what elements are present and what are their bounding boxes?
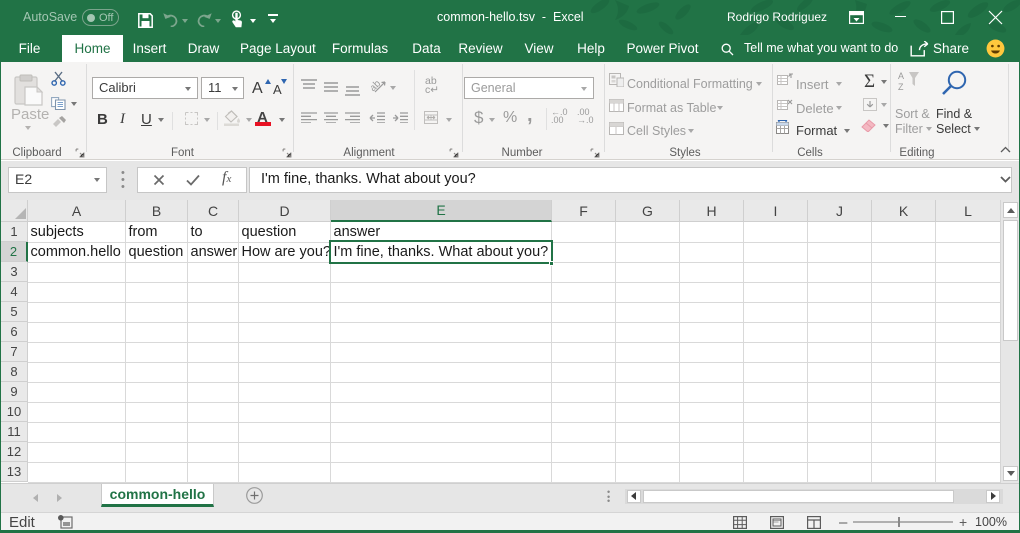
svg-text:A: A [898, 71, 904, 81]
svg-text:Z: Z [898, 82, 904, 92]
